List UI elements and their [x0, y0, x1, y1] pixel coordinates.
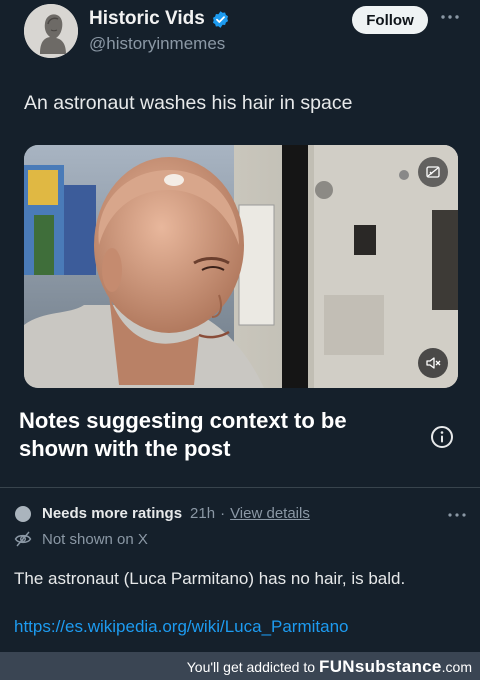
- footer-brand-suffix: .com: [441, 659, 472, 675]
- author-name-text[interactable]: Historic Vids: [89, 8, 205, 30]
- community-notes-heading: Notes suggesting context to be shown wit…: [19, 408, 347, 461]
- footer-tagline: You'll get addicted to: [186, 659, 316, 675]
- footer-text: You'll get addicted to FUNsubstance .com: [187, 657, 472, 677]
- note-source-link[interactable]: https://es.wikipedia.org/wiki/Luca_Parmi…: [14, 617, 349, 637]
- speaker-muted-glyph-icon: [426, 357, 441, 369]
- verified-badge-icon: [212, 10, 228, 28]
- more-options-icon[interactable]: [439, 10, 461, 24]
- footer-brand-bold: FUN: [319, 657, 355, 676]
- bust-portrait-icon: [24, 4, 78, 58]
- image-fit-icon[interactable]: [418, 157, 448, 187]
- view-details-link[interactable]: View details: [230, 505, 310, 522]
- follow-button[interactable]: Follow: [352, 6, 428, 34]
- footer-brand: FUNsubstance: [319, 657, 442, 677]
- note-more-options-icon[interactable]: [447, 511, 467, 519]
- image-fit-glyph-icon: [426, 166, 440, 178]
- note-body-text: The astronaut (Luca Parmitano) has no ha…: [14, 569, 406, 588]
- note-visibility: Not shown on X: [42, 531, 148, 548]
- tweet-header: Historic Vids @historyinmemes Follow: [0, 0, 480, 66]
- status-dot-icon: [15, 506, 31, 522]
- tweet-video[interactable]: [24, 145, 458, 388]
- eye-off-icon: [14, 531, 32, 547]
- speaker-muted-icon[interactable]: [418, 348, 448, 378]
- section-divider: [0, 487, 480, 488]
- note-time: 21h: [190, 505, 216, 522]
- note-status-label: Needs more ratings: [42, 505, 183, 522]
- tweet-text: An astronaut washes his hair in space: [24, 92, 353, 114]
- footer-brand-rest: substance: [354, 657, 442, 676]
- author-handle[interactable]: @historyinmemes: [89, 34, 225, 54]
- note-separator: ·: [220, 505, 226, 522]
- video-frame-astronaut: [24, 145, 458, 388]
- note-status-row: Needs more ratings 21h · View details: [42, 505, 310, 522]
- watermark-footer: You'll get addicted to FUNsubstance .com: [0, 652, 480, 680]
- info-icon[interactable]: [430, 425, 454, 449]
- author-name[interactable]: Historic Vids: [89, 8, 230, 30]
- author-avatar[interactable]: [24, 4, 78, 58]
